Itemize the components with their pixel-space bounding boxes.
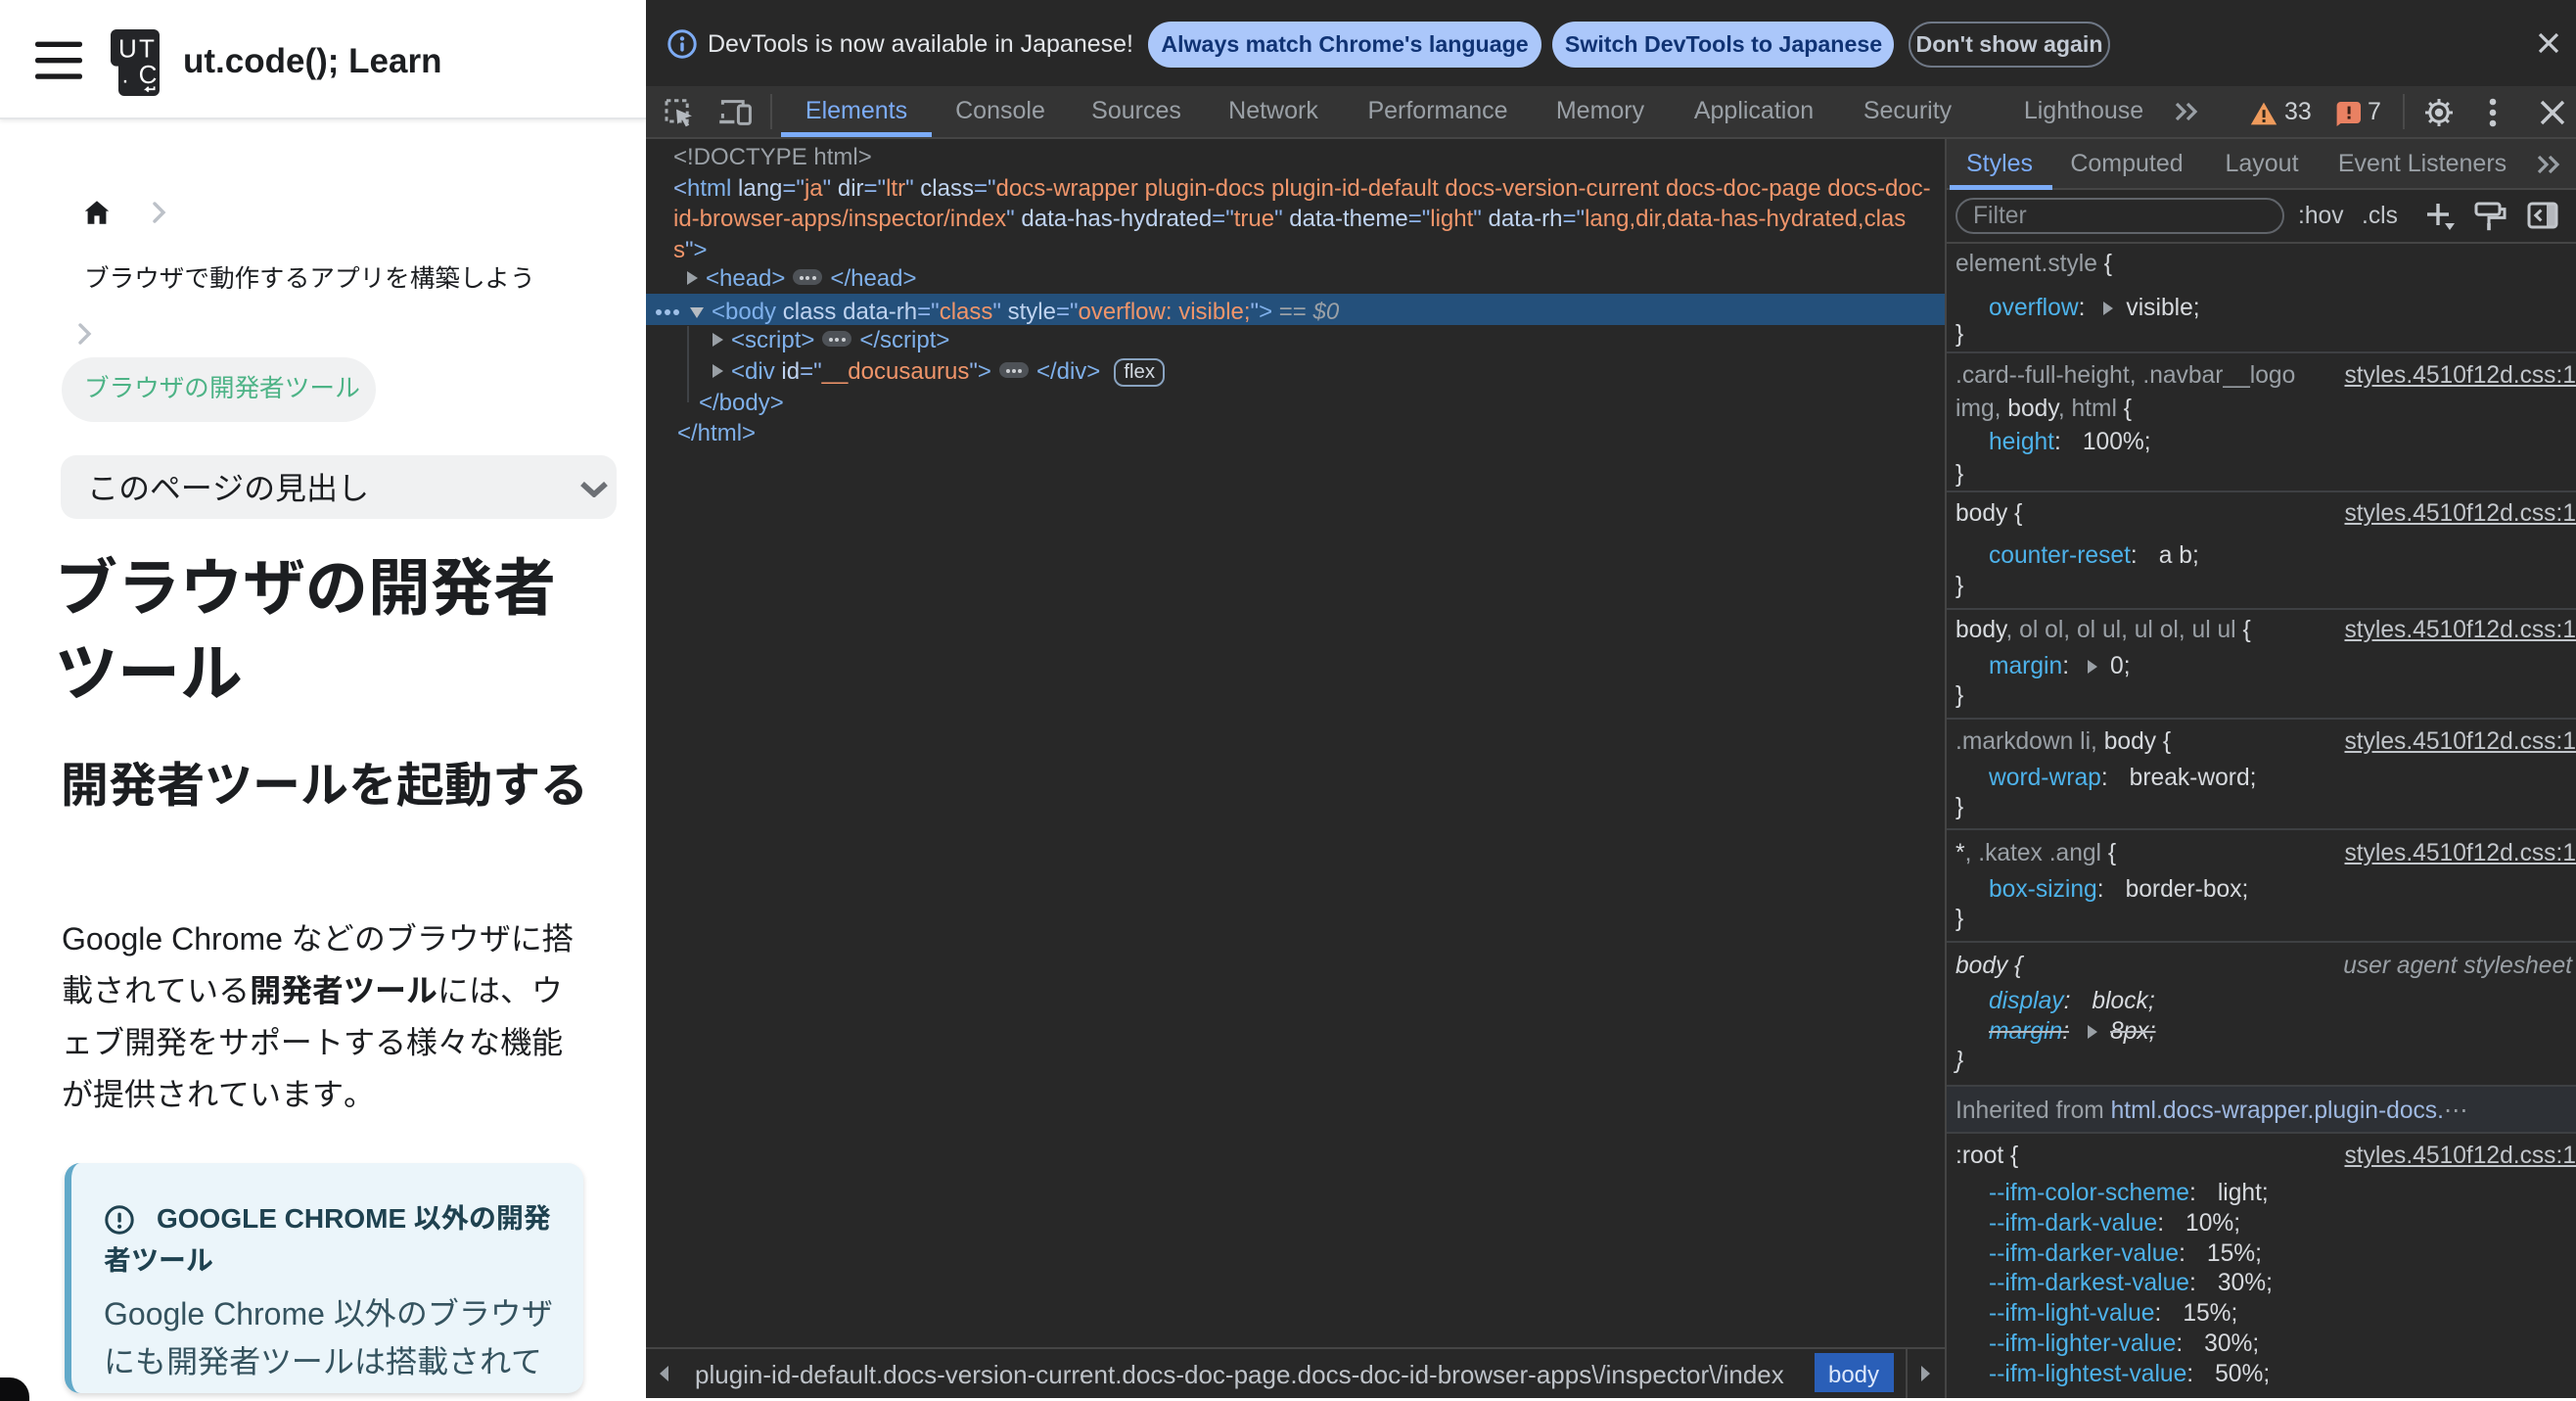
svg-text:C: C — [139, 60, 158, 89]
svg-text:T: T — [139, 33, 155, 63]
svg-text:.: . — [122, 62, 129, 88]
svg-text:U: U — [118, 33, 137, 63]
